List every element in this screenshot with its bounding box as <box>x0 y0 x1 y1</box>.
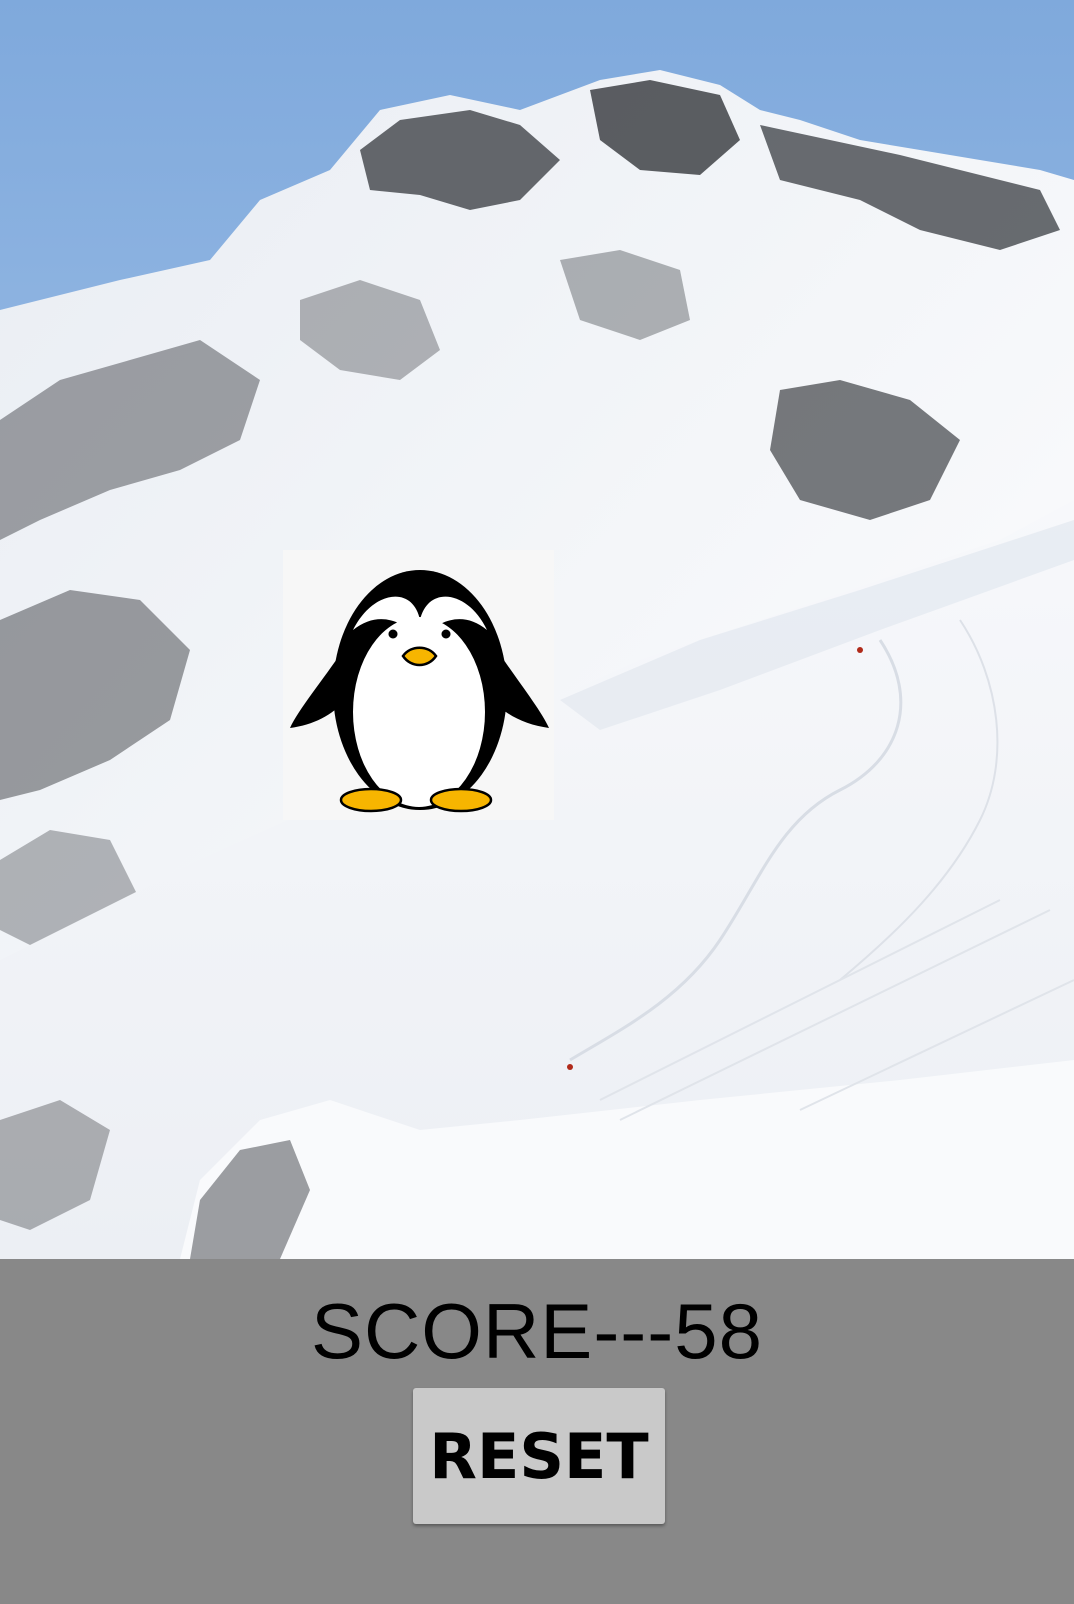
penguin-target[interactable] <box>283 550 554 820</box>
reset-button[interactable]: RESET <box>413 1388 665 1524</box>
control-panel: SCORE---58 RESET <box>0 1259 1074 1604</box>
game-screen: SCORE---58 RESET <box>0 0 1074 1604</box>
score-display: SCORE---58 <box>310 1287 764 1375</box>
penguin-icon <box>290 570 549 813</box>
game-field[interactable] <box>0 0 1074 1259</box>
